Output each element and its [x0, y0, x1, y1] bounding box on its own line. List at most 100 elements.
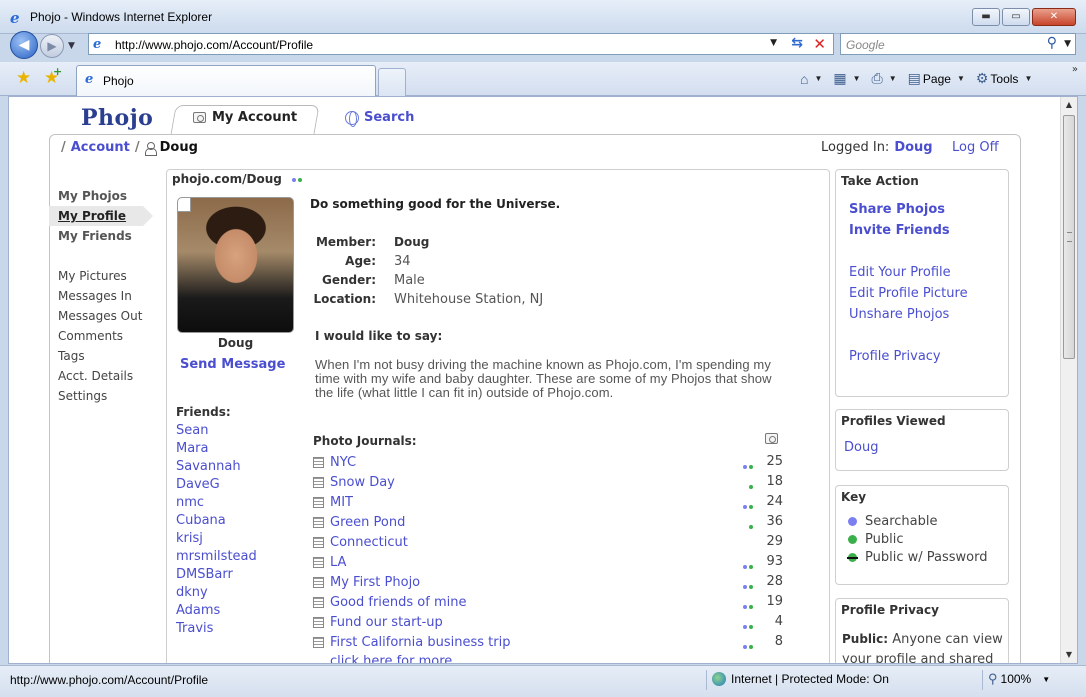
sidebar-item-messages-out[interactable]: Messages Out	[49, 306, 169, 326]
search-icon[interactable]: ⚲	[1047, 35, 1057, 51]
back-button[interactable]: ◀	[10, 31, 38, 59]
journal-grid-icon	[313, 496, 324, 508]
sidebar-item-settings[interactable]: Settings	[49, 386, 169, 406]
scroll-thumb[interactable]	[1063, 115, 1075, 359]
friend-link[interactable]: mrsmilstead	[176, 548, 257, 566]
sidebar-item-messages-in[interactable]: Messages In	[49, 286, 169, 306]
profiles-viewed-item[interactable]: Doug	[844, 440, 878, 455]
profile-privacy-link[interactable]: Profile Privacy	[849, 349, 941, 364]
share-phojos-link[interactable]: Share Phojos	[849, 202, 945, 217]
friend-link[interactable]: krisj	[176, 530, 257, 548]
journal-grid-icon	[313, 576, 324, 588]
journal-link[interactable]: LA	[330, 555, 346, 570]
scroll-up-icon[interactable]: ▲	[1061, 97, 1077, 113]
journal-link[interactable]: Good friends of mine	[330, 595, 466, 610]
minimize-button[interactable]: ▬	[972, 8, 1000, 26]
friend-link[interactable]: DaveG	[176, 476, 257, 494]
close-button[interactable]: ✕	[1032, 8, 1076, 26]
chevron-down-icon: ▼	[1024, 74, 1033, 83]
logged-in-user-link[interactable]: Doug	[894, 140, 932, 155]
home-button[interactable]: ⌂ ▼	[796, 69, 826, 89]
account-sidebar: My Phojos My Profile My Friends My Pictu…	[49, 186, 169, 406]
journal-link[interactable]: Green Pond	[330, 515, 405, 530]
forward-button[interactable]: ▶	[40, 34, 64, 58]
friend-link[interactable]: Cubana	[176, 512, 257, 530]
journal-link[interactable]: Fund our start-up	[330, 615, 443, 630]
new-tab-button[interactable]	[378, 68, 406, 96]
edit-profile-link[interactable]: Edit Your Profile	[849, 265, 951, 280]
journal-link[interactable]: My First Phojo	[330, 575, 420, 590]
security-zone[interactable]: Internet | Protected Mode: On	[712, 672, 889, 686]
address-bar[interactable]: e http://www.phojo.com/Account/Profile ▼…	[88, 33, 834, 55]
friend-link[interactable]: Adams	[176, 602, 257, 620]
phojo-page: Phojo My Account Search / Account / Doug…	[9, 97, 1061, 663]
friends-list: Sean Mara Savannah DaveG nmc Cubana krisj mrsmi…	[176, 422, 257, 638]
detail-value: Whitehouse Station, NJ	[394, 292, 544, 307]
stop-icon[interactable]: ✕	[813, 35, 826, 53]
tab-phojo[interactable]: e Phojo	[76, 65, 376, 96]
maximize-button[interactable]: ▭	[1002, 8, 1030, 26]
address-url[interactable]: http://www.phojo.com/Account/Profile	[115, 38, 313, 52]
tools-menu[interactable]: ⚙ Tools ▼	[972, 68, 1037, 89]
take-action-heading: Take Action	[841, 174, 919, 188]
send-message-link[interactable]: Send Message	[180, 357, 285, 372]
journal-link[interactable]: NYC	[330, 455, 356, 470]
tab-my-account[interactable]: My Account	[193, 110, 297, 125]
friend-link[interactable]: Sean	[176, 422, 257, 440]
journal-link[interactable]: Connecticut	[330, 535, 408, 550]
journal-count: 19	[766, 594, 783, 609]
recent-pages-dropdown-icon[interactable]: ▼	[68, 41, 75, 51]
friend-link[interactable]: dkny	[176, 584, 257, 602]
favorites-star-icon[interactable]: ★	[16, 68, 31, 88]
ie-logo-icon: e	[10, 9, 20, 27]
breadcrumb-account-link[interactable]: Account	[71, 140, 130, 155]
page-menu[interactable]: ▤ Page ▼	[904, 68, 969, 89]
zoom-control[interactable]: ⚲ 100% ▼	[988, 671, 1050, 687]
search-options-dropdown-icon[interactable]: ▼	[1064, 39, 1071, 49]
chevron-down-icon: ▼	[1042, 674, 1051, 684]
journal-link[interactable]: MIT	[330, 495, 353, 510]
detail-label: Age:	[345, 254, 376, 268]
friend-link[interactable]: nmc	[176, 494, 257, 512]
friend-link[interactable]: Mara	[176, 440, 257, 458]
friend-link[interactable]: Travis	[176, 620, 257, 638]
friend-link[interactable]: DMSBarr	[176, 566, 257, 584]
profiles-viewed-box: Profiles Viewed Doug	[835, 409, 1009, 471]
logged-in-status: Logged In: Doug	[821, 140, 933, 155]
searchable-dot	[743, 624, 747, 629]
vertical-scrollbar[interactable]: ▲ ▼	[1060, 97, 1077, 663]
invite-friends-link[interactable]: Invite Friends	[849, 223, 950, 238]
search-input[interactable]: Google ⚲ ▼	[840, 33, 1076, 55]
add-favorites-icon[interactable]: ★	[44, 65, 63, 88]
address-dropdown-icon[interactable]: ▼	[770, 38, 777, 48]
tools-menu-label: Tools	[990, 71, 1019, 86]
scroll-down-icon[interactable]: ▼	[1061, 647, 1077, 663]
profile-photo[interactable]	[177, 197, 294, 333]
refresh-icon[interactable]: ⇆	[791, 35, 803, 51]
tab-label: Phojo	[103, 74, 134, 88]
sidebar-item-comments[interactable]: Comments	[49, 326, 169, 346]
more-journals-link[interactable]: click here for more...	[330, 654, 465, 663]
friend-link[interactable]: Savannah	[176, 458, 257, 476]
journal-link[interactable]: First California business trip	[330, 635, 510, 650]
toolbar-overflow-icon[interactable]: »	[1072, 64, 1078, 75]
sidebar-item-my-phojos[interactable]: My Phojos	[49, 186, 169, 206]
sidebar-item-my-profile[interactable]: My Profile	[49, 206, 153, 226]
sidebar-item-my-friends[interactable]: My Friends	[49, 226, 169, 246]
sidebar-item-my-pictures[interactable]: My Pictures	[49, 266, 169, 286]
site-logo[interactable]: Phojo	[81, 105, 153, 131]
sidebar-item-tags[interactable]: Tags	[49, 346, 169, 366]
page-icon: ▤	[907, 70, 921, 86]
edit-profile-picture-link[interactable]: Edit Profile Picture	[849, 286, 968, 301]
journal-link[interactable]: Snow Day	[330, 475, 395, 490]
searchable-dot-icon	[848, 517, 857, 526]
tab-search[interactable]: Search	[345, 110, 414, 127]
unshare-phojos-link[interactable]: Unshare Phojos	[849, 307, 949, 322]
gear-icon: ⚙	[975, 70, 989, 86]
sidebar-item-acct-details[interactable]: Acct. Details	[49, 366, 169, 386]
status-divider	[706, 670, 707, 690]
log-off-link[interactable]: Log Off	[952, 140, 999, 155]
feeds-button[interactable]: ▦ ▼	[829, 68, 864, 89]
journal-grid-icon	[313, 516, 324, 528]
print-button[interactable]: ⎙ ▼	[868, 68, 901, 89]
